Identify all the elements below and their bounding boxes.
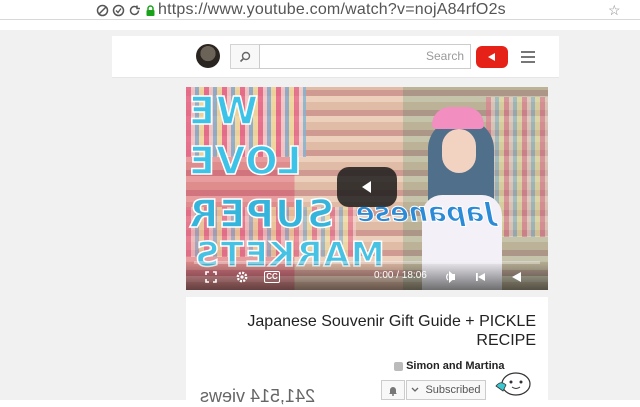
search-button[interactable] xyxy=(230,44,260,69)
captions-button[interactable]: CC xyxy=(263,269,281,285)
bookmark-star-icon[interactable]: ☆ xyxy=(608,0,621,20)
browser-url-bar: https://www.youtube.com/watch?v=nojA84rf… xyxy=(0,0,640,20)
player-controls: CC 0:00 / 18:06 xyxy=(186,260,548,290)
channel-name-text: Simon and Martina xyxy=(406,360,505,372)
blocked-icon[interactable] xyxy=(96,4,109,17)
bell-icon xyxy=(389,386,397,396)
volume-icon[interactable] xyxy=(444,269,460,285)
chevron-down-icon xyxy=(412,387,419,392)
big-play-button[interactable] xyxy=(337,167,397,207)
settings-gear-icon[interactable] xyxy=(234,269,250,285)
play-logo-icon xyxy=(488,53,495,61)
play-icon[interactable] xyxy=(508,269,524,285)
view-count: 241,514 views xyxy=(200,386,316,406)
fullscreen-icon[interactable] xyxy=(204,269,218,285)
url-bar-icons xyxy=(96,2,157,18)
notification-bell-button[interactable] xyxy=(381,380,405,400)
subscribe-label: Subscribed xyxy=(425,384,481,396)
overlay-line-1: WE xyxy=(187,88,258,134)
channel-name[interactable]: Simon and Martina xyxy=(392,360,504,372)
video-player[interactable]: WE LOVE SUPER MARKETS Japanese CC 0:00 /… xyxy=(186,87,548,290)
reload-icon[interactable] xyxy=(128,4,141,17)
search-input[interactable]: Search xyxy=(259,44,471,69)
url-text[interactable]: https://www.youtube.com/watch?v=nojA84rf… xyxy=(158,0,506,20)
security-icon[interactable] xyxy=(112,4,125,17)
video-title: Japanese Souvenir Gift Guide + PICKLE RE… xyxy=(247,313,536,349)
search-icon xyxy=(239,51,251,62)
subscribe-button[interactable]: Subscribed xyxy=(406,380,486,400)
overlay-line-2: LOVE xyxy=(187,138,302,184)
lock-icon xyxy=(146,4,155,16)
play-icon xyxy=(362,181,371,193)
menu-icon[interactable] xyxy=(521,51,535,63)
youtube-logo[interactable] xyxy=(476,46,508,68)
next-icon[interactable] xyxy=(474,269,488,285)
captions-label: CC xyxy=(264,271,280,283)
overlay-line-3: SUPER xyxy=(187,191,335,237)
progress-bar[interactable] xyxy=(194,261,540,264)
verified-icon xyxy=(394,361,403,371)
bookmarks-bar xyxy=(150,21,510,34)
channel-avatar[interactable] xyxy=(494,368,532,398)
avatar[interactable] xyxy=(196,44,220,68)
time-display: 0:00 / 18:06 xyxy=(374,270,427,281)
